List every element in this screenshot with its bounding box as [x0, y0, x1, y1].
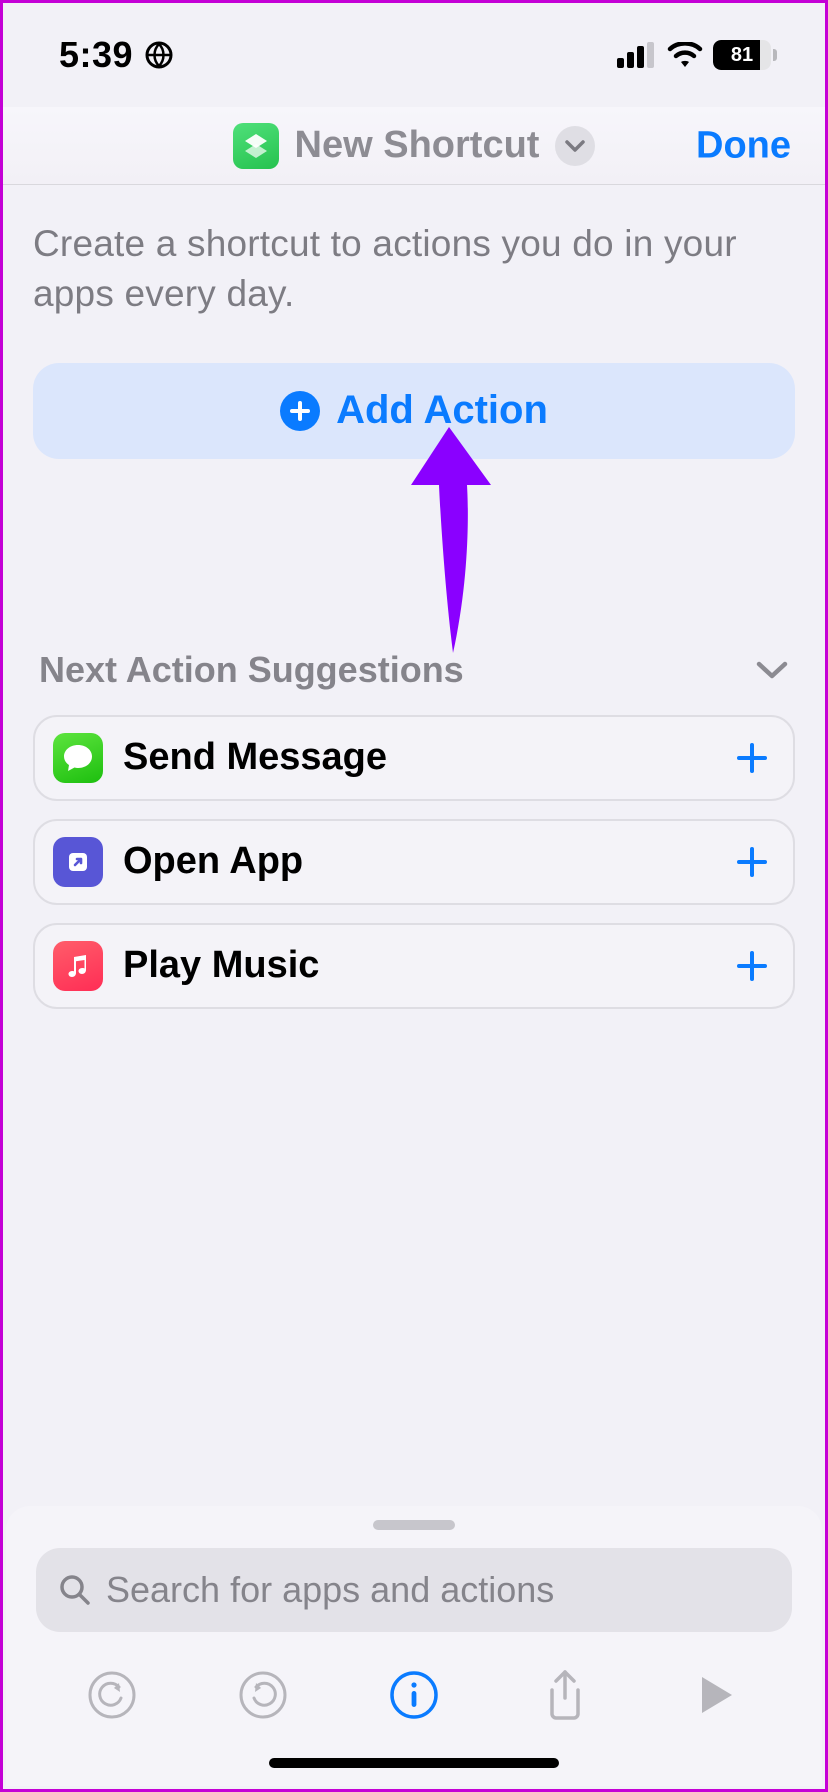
nav-title-group[interactable]: New Shortcut	[233, 123, 596, 169]
location-icon	[145, 41, 173, 69]
suggestion-play-music[interactable]: Play Music	[33, 923, 795, 1009]
status-time: 5:39	[59, 34, 133, 76]
sheet-grabber[interactable]	[373, 1520, 455, 1530]
play-button[interactable]	[689, 1668, 743, 1722]
intro-text: Create a shortcut to actions you do in y…	[33, 219, 795, 319]
done-button[interactable]: Done	[696, 124, 791, 167]
chevron-down-icon	[755, 660, 789, 680]
plus-icon[interactable]	[735, 845, 769, 879]
wifi-icon	[667, 42, 703, 68]
plus-icon[interactable]	[735, 741, 769, 775]
bottom-panel: Search for apps and actions	[6, 1506, 822, 1786]
battery-indicator: 81	[713, 40, 777, 70]
suggestion-label: Send Message	[123, 736, 715, 779]
bottom-toolbar	[6, 1632, 822, 1758]
status-time-group: 5:39	[59, 34, 173, 76]
info-button[interactable]	[387, 1668, 441, 1722]
suggestion-label: Open App	[123, 840, 715, 883]
shortcuts-app-icon	[53, 837, 103, 887]
add-action-button[interactable]: Add Action	[33, 363, 795, 459]
suggestion-label: Play Music	[123, 944, 715, 987]
suggestions-header-row[interactable]: Next Action Suggestions	[33, 649, 795, 691]
music-app-icon	[53, 941, 103, 991]
undo-button[interactable]	[85, 1668, 139, 1722]
search-placeholder: Search for apps and actions	[106, 1569, 554, 1611]
chevron-down-icon[interactable]	[555, 126, 595, 166]
plus-circle-icon	[280, 391, 320, 431]
search-input[interactable]: Search for apps and actions	[36, 1548, 792, 1632]
plus-icon[interactable]	[735, 949, 769, 983]
status-bar: 5:39 81	[3, 3, 825, 107]
add-action-label: Add Action	[336, 388, 548, 433]
messages-app-icon	[53, 733, 103, 783]
search-icon	[58, 1573, 92, 1607]
share-button[interactable]	[538, 1668, 592, 1722]
suggestion-open-app[interactable]: Open App	[33, 819, 795, 905]
nav-bar: New Shortcut Done	[3, 107, 825, 185]
home-indicator[interactable]	[269, 1758, 559, 1768]
battery-percent: 81	[713, 40, 771, 70]
cellular-signal-icon	[617, 42, 657, 68]
redo-button[interactable]	[236, 1668, 290, 1722]
content-area: Create a shortcut to actions you do in y…	[3, 185, 825, 1009]
suggestion-list: Send Message Open App Play Music	[33, 715, 795, 1009]
suggestion-send-message[interactable]: Send Message	[33, 715, 795, 801]
page-title: New Shortcut	[295, 124, 540, 167]
suggestions-header: Next Action Suggestions	[39, 649, 464, 691]
shortcuts-app-icon	[233, 123, 279, 169]
status-right: 81	[617, 40, 777, 70]
